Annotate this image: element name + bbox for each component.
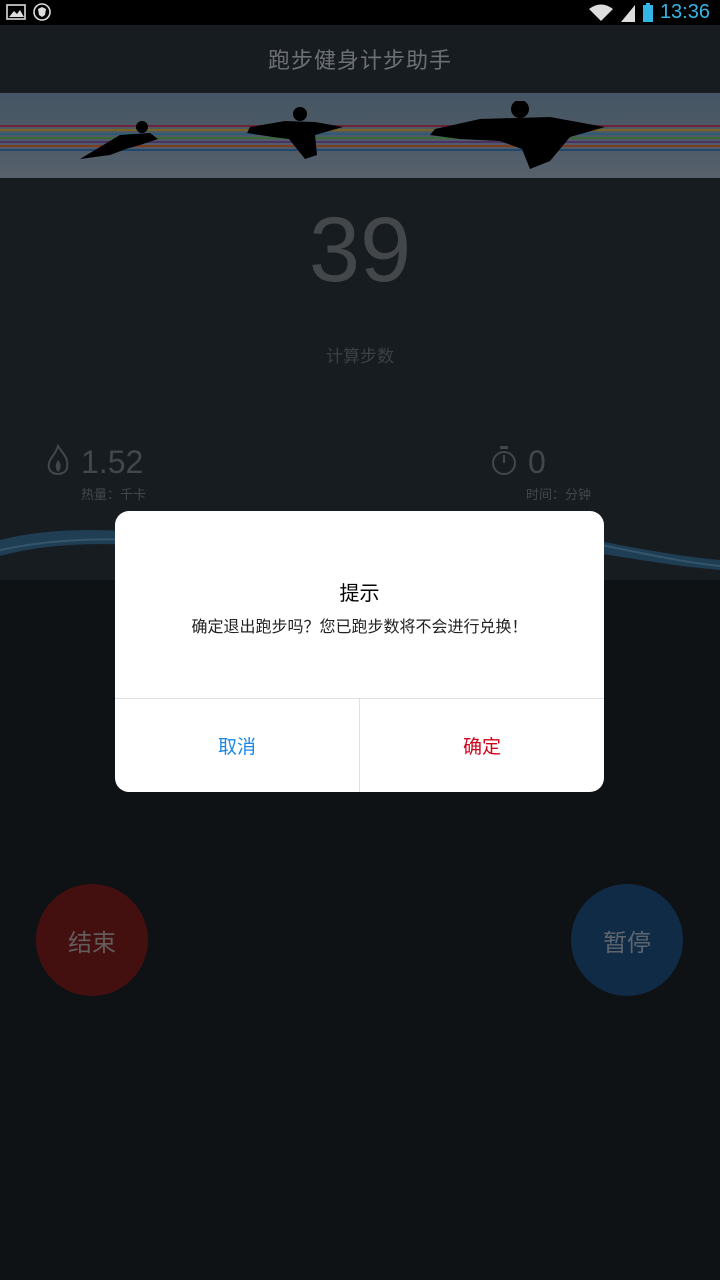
confirm-button[interactable]: 确定 <box>360 699 604 792</box>
app-screen: 13:36 跑步健身计步助手 39 计算步数 1.52 热量：千卡 0 时间：分… <box>0 0 720 1280</box>
dialog-message: 确定退出跑步吗？您已跑步数将不会进行兑换！ <box>191 617 528 636</box>
wifi-icon <box>588 4 613 21</box>
battery-icon <box>642 2 653 22</box>
status-time: 13:36 <box>659 1 710 23</box>
shield-icon <box>33 3 51 21</box>
signal-icon <box>620 4 635 22</box>
exit-confirm-dialog: 提示 确定退出跑步吗？您已跑步数将不会进行兑换！ 取消 确定 <box>115 511 604 792</box>
dialog-title: 提示 <box>339 581 380 605</box>
cancel-button[interactable]: 取消 <box>115 699 359 792</box>
image-icon <box>6 4 26 20</box>
status-bar: 13:36 <box>0 0 720 25</box>
